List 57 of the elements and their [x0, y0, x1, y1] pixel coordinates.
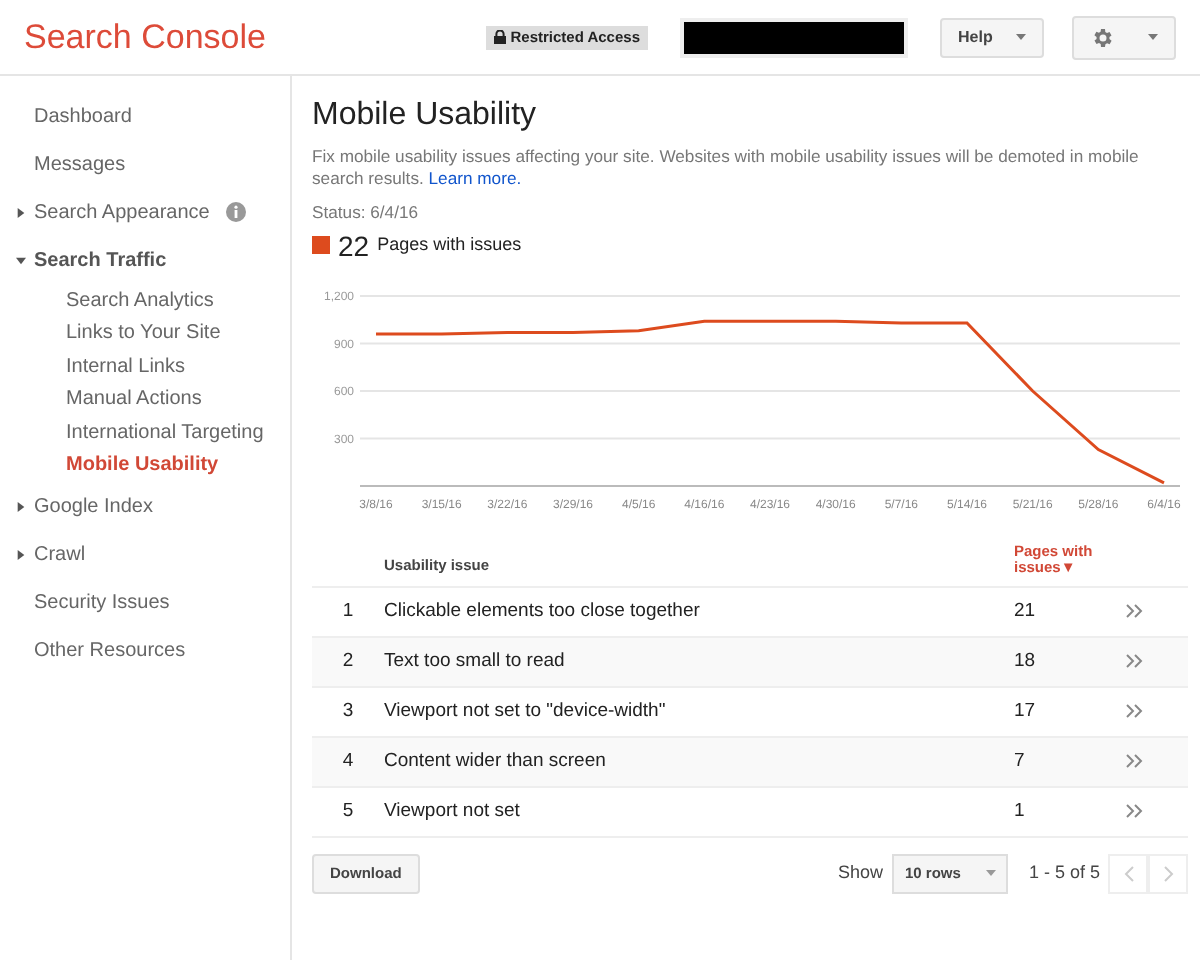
- sidebar-item[interactable]: Dashboard: [34, 101, 132, 131]
- row-number: 3: [340, 697, 356, 726]
- sidebar-item[interactable]: Other Resources: [34, 635, 186, 665]
- sidebar-item[interactable]: Manual Actions: [66, 384, 202, 415]
- sidebar-item[interactable]: Search Analytics: [66, 285, 214, 316]
- page-description: Fix mobile usability issues affecting your site. Websites with mobile usability issues will be demoted in mobile search results. Learn more.: [312, 146, 1141, 190]
- issue-count: 22: [338, 231, 370, 260]
- issue-name: Clickable elements too close together: [384, 597, 702, 626]
- page-count: 1: [1014, 797, 1027, 826]
- help-button[interactable]: Help: [940, 17, 1044, 57]
- issue-name: Content wider than screen: [384, 747, 608, 776]
- row-number: 2: [340, 647, 356, 676]
- page-count: 18: [1014, 647, 1038, 676]
- app-logo[interactable]: Search Console: [24, 11, 266, 63]
- caret-icon: [1016, 34, 1026, 40]
- row-number: 4: [340, 747, 356, 776]
- page-title: Mobile Usability: [312, 96, 539, 136]
- caret-icon: [1148, 34, 1158, 40]
- row-number: 1: [340, 597, 356, 626]
- page-count: 17: [1014, 697, 1038, 726]
- count-label: Pages with issues: [377, 232, 522, 259]
- caret-icon: [986, 870, 997, 877]
- expand-arrow-icon[interactable]: [16, 501, 26, 511]
- double-chevron-icon[interactable]: [1126, 754, 1144, 769]
- sidebar-item[interactable]: Security Issues: [34, 587, 170, 617]
- sidebar-item[interactable]: Links to Your Site: [66, 318, 221, 349]
- double-chevron-icon[interactable]: [1126, 654, 1144, 669]
- collapse-arrow-icon[interactable]: [16, 255, 26, 265]
- pagination-range: 1 - 5 of 5: [1028, 860, 1100, 887]
- sidebar-item[interactable]: Messages: [34, 149, 126, 179]
- lock-icon: [494, 30, 507, 44]
- show-label: Show: [837, 860, 883, 887]
- page-count: 7: [1014, 747, 1027, 776]
- settings-button[interactable]: [1072, 15, 1176, 59]
- issue-name: Viewport not set: [384, 797, 522, 826]
- chevron-right-icon: [1163, 865, 1173, 882]
- issue-name: Text too small to read: [384, 647, 567, 676]
- sidebar-item[interactable]: Crawl: [34, 539, 86, 569]
- chevron-left-icon: [1123, 865, 1133, 882]
- settings-icon: [1090, 25, 1114, 49]
- sidebar-item[interactable]: International Targeting: [66, 417, 264, 448]
- page-count: 21: [1014, 597, 1038, 626]
- sidebar-item[interactable]: Search Traffic: [34, 245, 167, 275]
- expand-arrow-icon[interactable]: [16, 207, 26, 217]
- status-text: Status: 6/4/16: [312, 200, 421, 226]
- issue-name: Viewport not set to "device-width": [384, 697, 668, 726]
- sidebar-item[interactable]: Search Appearance: [34, 197, 210, 227]
- expand-arrow-icon[interactable]: [16, 549, 26, 559]
- sidebar-item[interactable]: Mobile Usability: [66, 450, 219, 481]
- sidebar-item[interactable]: Google Index: [34, 491, 153, 521]
- double-chevron-icon[interactable]: [1126, 604, 1144, 619]
- sidebar-item[interactable]: Internal Links: [66, 351, 185, 382]
- row-number: 5: [340, 797, 356, 826]
- learn-more-link[interactable]: Learn more.: [428, 168, 522, 188]
- double-chevron-icon[interactable]: [1126, 804, 1144, 819]
- double-chevron-icon[interactable]: [1126, 704, 1144, 719]
- info-icon[interactable]: [225, 202, 246, 222]
